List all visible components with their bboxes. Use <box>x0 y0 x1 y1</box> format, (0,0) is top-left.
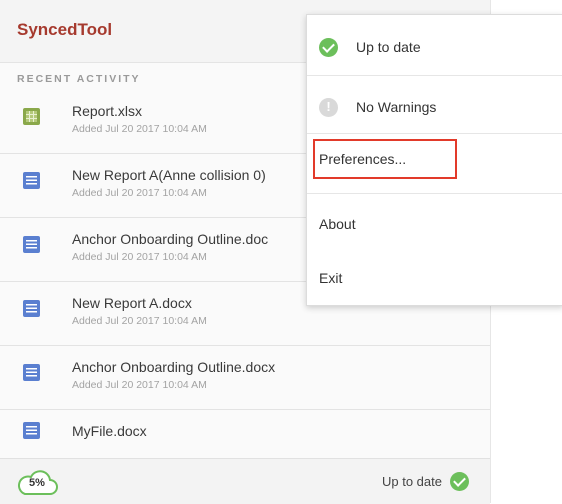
xlsx-file-icon <box>23 108 40 125</box>
recent-activity-label: RECENT ACTIVITY <box>17 73 141 85</box>
file-name: Anchor Onboarding Outline.doc <box>72 231 269 247</box>
status-bar: 5% Up to date <box>0 458 490 504</box>
menu-item-about[interactable]: About <box>307 213 562 237</box>
docx-file-icon <box>23 364 40 381</box>
menu-divider <box>307 193 562 194</box>
menu-divider <box>307 75 562 76</box>
menu-item-label: No Warnings <box>356 99 437 115</box>
list-item[interactable]: MyFile.docx <box>0 410 490 440</box>
menu-divider <box>307 133 562 134</box>
file-name: Report.xlsx <box>72 103 143 119</box>
menu-item-label: About <box>319 216 356 232</box>
menu-item-label: Exit <box>319 270 343 286</box>
file-meta: Added Jul 20 2017 10:04 AM <box>72 251 207 263</box>
docx-file-icon <box>23 300 40 317</box>
file-meta: Added Jul 20 2017 10:04 AM <box>72 379 207 391</box>
menu-item-warnings: No Warnings <box>307 98 562 118</box>
app-title: SyncedTool <box>17 20 113 39</box>
file-name: New Report A.docx <box>72 295 192 311</box>
menu-item-status: Up to date <box>307 38 562 58</box>
preferences-highlight-box <box>313 139 457 179</box>
docx-file-icon <box>23 422 40 439</box>
menu-item-exit[interactable]: Exit <box>307 267 562 291</box>
tray-menu: Up to date No Warnings Preferences... Ab… <box>306 14 562 306</box>
file-meta: Added Jul 20 2017 10:04 AM <box>72 187 207 199</box>
check-icon <box>319 38 338 57</box>
file-meta: Added Jul 20 2017 10:04 AM <box>72 315 207 327</box>
sync-progress-label: 5% <box>29 477 45 489</box>
warning-icon <box>319 98 338 117</box>
file-name: MyFile.docx <box>72 423 147 439</box>
file-meta: Added Jul 20 2017 10:04 AM <box>72 123 207 135</box>
check-icon <box>450 472 469 491</box>
docx-file-icon <box>23 236 40 253</box>
docx-file-icon <box>23 172 40 189</box>
file-name: New Report A(Anne collision 0) <box>72 167 266 183</box>
sync-progress-cloud-icon[interactable]: 5% <box>15 468 59 496</box>
list-item[interactable]: Anchor Onboarding Outline.docx Added Jul… <box>0 346 490 410</box>
menu-item-label: Up to date <box>356 39 421 55</box>
file-name: Anchor Onboarding Outline.docx <box>72 359 276 375</box>
footer-status-text: Up to date <box>382 474 442 489</box>
